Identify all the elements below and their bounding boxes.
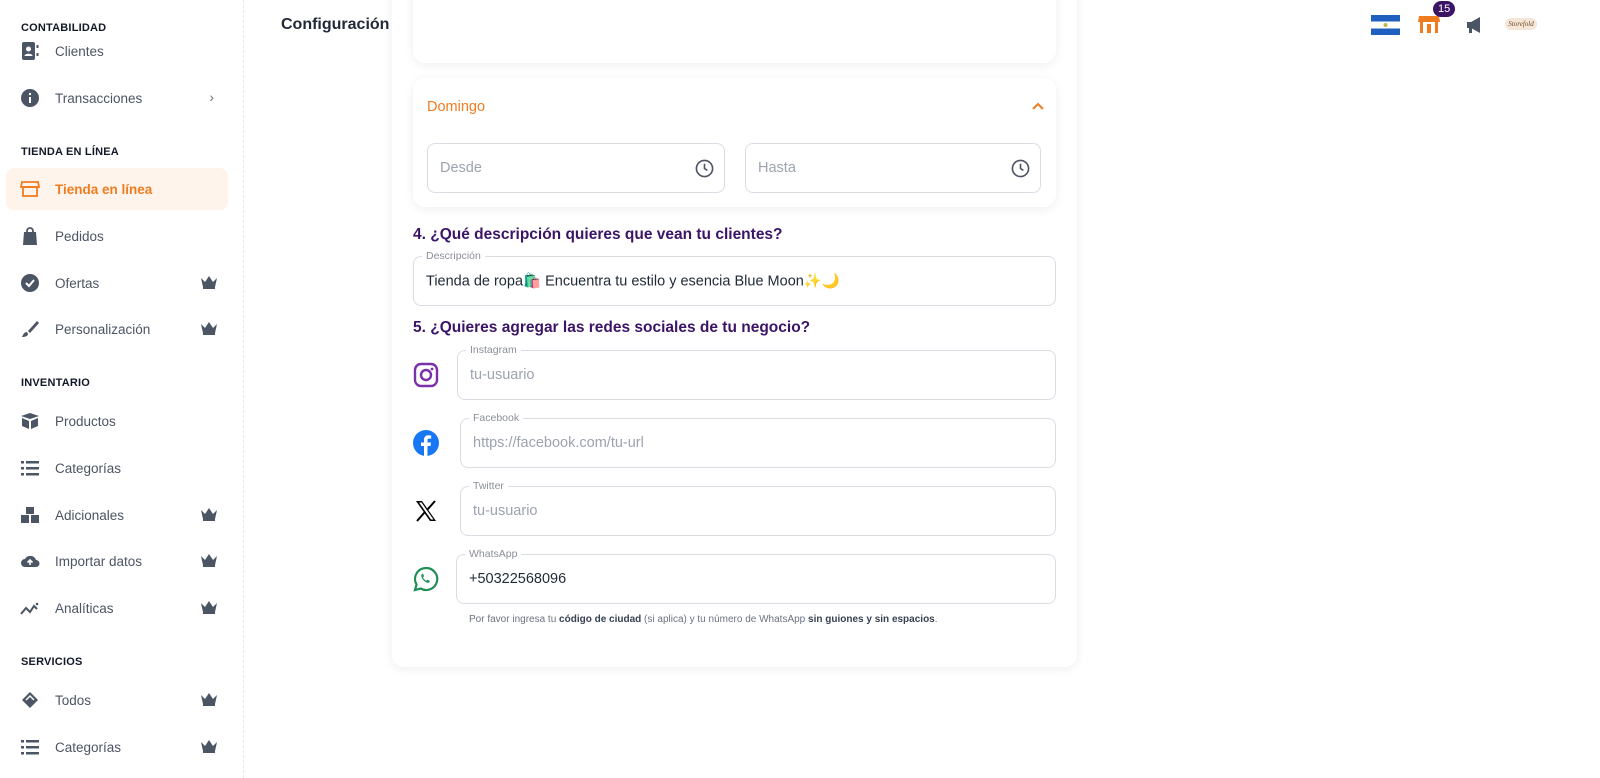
sidebar-item-clientes[interactable]: Clientes <box>6 30 228 72</box>
chart-line-icon <box>20 598 40 618</box>
notification-badge: 15 <box>1433 1 1456 17</box>
sidebar-item-label: Tienda en línea <box>55 181 153 197</box>
sidebar-item-label: Ofertas <box>55 275 100 291</box>
sidebar-section-title: SERVICIOS <box>21 656 83 668</box>
sidebar: CONTABILIDAD Clientes Transacciones › TIENDA… <box>0 0 244 778</box>
sidebar-item-personalización[interactable]: Personalización <box>6 308 228 350</box>
el-salvador-flag-icon[interactable] <box>1371 15 1400 35</box>
sidebar-item-adicionales[interactable]: Adicionales <box>6 494 228 536</box>
badge-check-icon <box>20 273 40 293</box>
day-name[interactable]: Domingo <box>427 99 485 115</box>
sidebar-item-categorías[interactable]: Categorías <box>6 447 228 489</box>
megaphone-icon[interactable] <box>1465 16 1485 34</box>
list-icon <box>20 458 40 478</box>
storefront-icon <box>1418 16 1440 33</box>
sidebar-item-label: Transacciones <box>55 90 143 106</box>
avatar[interactable]: Storefold <box>1505 18 1537 30</box>
sidebar-item-transacciones[interactable]: Transacciones › <box>6 77 228 119</box>
sidebar-item-label: Personalización <box>55 321 151 337</box>
sidebar-item-label: Adicionales <box>55 507 125 523</box>
boxes-icon <box>20 505 40 525</box>
crown-icon <box>201 508 217 521</box>
chevron-right-icon: › <box>209 89 214 105</box>
whatsapp-icon <box>413 566 439 592</box>
facebook-input[interactable]: Facebook https://facebook.com/tu-url <box>460 412 1056 468</box>
whatsapp-input[interactable]: WhatsApp +50322568096 <box>456 548 1056 604</box>
handshake-icon <box>20 690 40 710</box>
cloud-upload-icon <box>20 551 40 571</box>
sidebar-item-label: Analíticas <box>55 600 114 616</box>
contact-book-icon <box>20 41 40 61</box>
sidebar-item-analíticas[interactable]: Analíticas <box>6 587 228 629</box>
sidebar-section-title: TIENDA EN LÍNEA <box>21 146 119 158</box>
sidebar-item-ofertas[interactable]: Ofertas <box>6 262 228 304</box>
instagram-icon <box>413 362 439 388</box>
crown-icon <box>201 693 217 706</box>
crown-icon <box>201 601 217 614</box>
clock-icon[interactable] <box>1011 159 1030 178</box>
chevron-up-icon[interactable] <box>1032 102 1044 110</box>
x-twitter-icon <box>413 498 439 524</box>
sidebar-item-label: Todos <box>55 692 92 708</box>
shopping-bag-icon <box>20 226 40 246</box>
twitter-input[interactable]: Twitter tu-usuario <box>460 480 1056 536</box>
from-time-input[interactable]: Desde <box>427 143 725 193</box>
question-4: 4. ¿Qué descripción quieres que vean tu … <box>413 226 783 243</box>
instagram-input[interactable]: Instagram tu-usuario <box>457 344 1056 400</box>
sidebar-item-pedidos[interactable]: Pedidos <box>6 215 228 257</box>
crown-icon <box>201 276 217 289</box>
store-button[interactable]: 15 <box>1418 1 1456 34</box>
storefront-icon <box>20 179 40 199</box>
brush-icon <box>20 319 40 339</box>
to-time-input[interactable]: Hasta <box>745 143 1041 193</box>
sidebar-item-todos[interactable]: Todos <box>6 679 228 721</box>
sidebar-item-tienda-en-línea[interactable]: Tienda en línea <box>6 168 228 210</box>
whatsapp-help-text: Por favor ingresa tu código de ciudad (s… <box>469 614 938 625</box>
previous-day-card <box>413 0 1056 63</box>
crown-icon <box>201 740 217 753</box>
sidebar-item-label: Categorías <box>55 739 122 755</box>
sidebar-item-label: Pedidos <box>55 228 104 244</box>
question-5: 5. ¿Quieres agregar las redes sociales d… <box>413 319 811 336</box>
list-icon <box>20 737 40 757</box>
sidebar-item-label: Categorías <box>55 460 122 476</box>
info-icon <box>20 88 40 108</box>
clock-icon[interactable] <box>695 159 714 178</box>
sidebar-item-importar-datos[interactable]: Importar datos <box>6 540 228 582</box>
sidebar-section-title: INVENTARIO <box>21 377 91 389</box>
day-card-domingo: Domingo Desde Hasta <box>413 78 1056 207</box>
sidebar-item-label: Clientes <box>55 43 104 59</box>
sidebar-item-label: Importar datos <box>55 553 143 569</box>
box-icon <box>20 411 40 431</box>
sidebar-item-label: Productos <box>55 413 116 429</box>
crown-icon <box>201 322 217 335</box>
sidebar-item-categorías[interactable]: Categorías <box>6 726 228 768</box>
facebook-icon <box>413 430 439 456</box>
crown-icon <box>201 554 217 567</box>
description-input[interactable]: Descripción Tienda de ropa🛍️ Encuentra t… <box>413 250 1056 306</box>
sidebar-item-productos[interactable]: Productos <box>6 400 228 442</box>
